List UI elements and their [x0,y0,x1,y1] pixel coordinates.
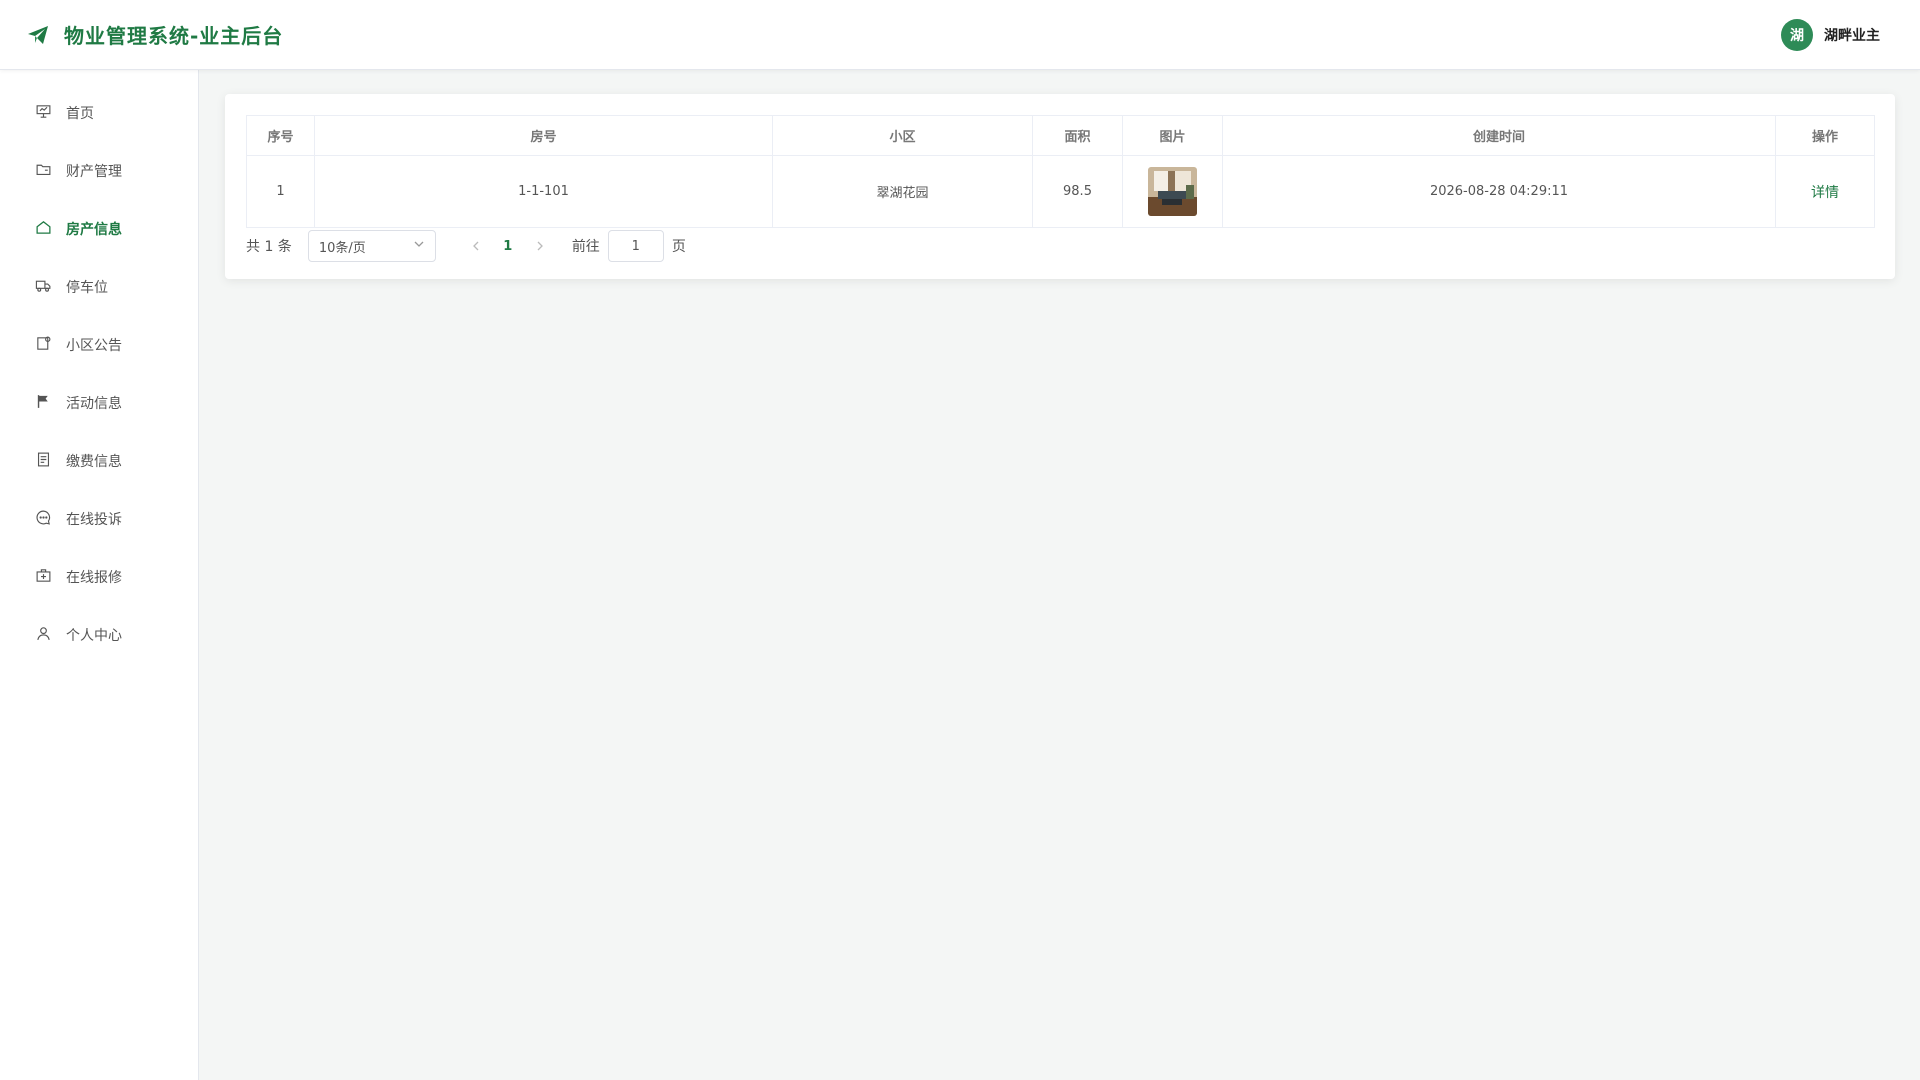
column-header-area[interactable]: 面积 [1032,115,1123,156]
goto-page: 前往 页 [572,230,686,262]
column-header-created[interactable]: 创建时间 [1222,115,1776,156]
page-number-current[interactable]: 1 [492,239,524,254]
sidebar-item-complaint[interactable]: 在线投诉 [0,490,198,548]
chevron-down-icon [413,238,425,254]
column-header-community[interactable]: 小区 [772,115,1033,156]
house-table-card: 序号 房号 小区 面积 图片 创建时间 操作 1 1-1-101 翠湖花园 98… [225,94,1895,279]
user-name[interactable]: 湖畔业主 [1824,25,1880,45]
sidebar-item-activity[interactable]: 活动信息 [0,374,198,432]
page-size-value: 10条/页 [318,240,366,256]
goto-label: 前往 [571,239,600,255]
table-header-row: 序号 房号 小区 面积 图片 创建时间 操作 [246,115,1875,156]
goto-suffix: 页 [671,239,686,255]
sidebar-item-repair[interactable]: 在线报修 [0,548,198,606]
sidebar-item-label: 在线报修 [66,570,122,586]
sidebar-item-house-info[interactable]: 房产信息 [0,200,198,258]
avatar[interactable]: 湖 [1781,18,1813,51]
room-photo-thumbnail[interactable] [1148,167,1197,216]
sidebar-item-label: 停车位 [66,280,108,296]
truck-icon [35,277,52,298]
house-icon [35,219,52,240]
sidebar: 首页 财产管理 房产信息 停车位 小区公告 活动信息 缴费信息 在线投诉 在线报… [0,70,199,1080]
detail-link[interactable]: 详情 [1811,185,1839,201]
folder-icon [35,161,52,182]
cell-index: 1 [246,155,315,228]
table-row: 1 1-1-101 翠湖花园 98.5 2026-08-28 04:29:11 … [246,155,1875,228]
sidebar-item-payment[interactable]: 缴费信息 [0,432,198,490]
chevron-left-icon [472,241,479,251]
goto-page-input[interactable] [607,230,664,262]
paper-plane-icon [26,23,50,47]
pagination: 共 1 条 10条/页 1 前往 页 [246,229,1874,263]
sidebar-item-label: 缴费信息 [66,454,122,470]
chat-icon [35,509,52,530]
sidebar-item-label: 在线投诉 [66,512,122,528]
sidebar-item-label: 小区公告 [66,338,122,354]
sidebar-item-notice[interactable]: 小区公告 [0,316,198,374]
cell-action: 详情 [1775,155,1875,228]
cell-room: 1-1-101 [314,155,773,228]
sidebar-item-home[interactable]: 首页 [0,84,198,142]
next-page-button[interactable] [524,230,556,262]
cell-community: 翠湖花园 [772,155,1033,228]
cell-image [1122,155,1223,228]
sidebar-item-label: 活动信息 [66,396,122,412]
brand: 物业管理系统-业主后台 [26,20,283,49]
user-menu[interactable]: 湖 湖畔业主 [1781,18,1880,51]
column-header-index[interactable]: 序号 [246,115,315,156]
top-header: 物业管理系统-业主后台 湖 湖畔业主 [0,0,1920,70]
presentation-icon [35,103,52,124]
chevron-right-icon [537,241,543,251]
column-header-room[interactable]: 房号 [314,115,773,156]
sidebar-item-property[interactable]: 财产管理 [0,142,198,200]
prev-page-button[interactable] [460,230,492,262]
cell-created: 2026-08-28 04:29:11 [1222,155,1776,228]
column-header-image[interactable]: 图片 [1122,115,1223,156]
sidebar-item-label: 财产管理 [66,164,122,180]
sidebar-item-parking[interactable]: 停车位 [0,258,198,316]
page-size-select[interactable]: 10条/页 [307,230,436,262]
sidebar-item-label: 首页 [66,106,94,122]
user-icon [35,625,52,646]
sidebar-item-label: 房产信息 [66,222,122,238]
app-title: 物业管理系统-业主后台 [64,24,284,48]
sidebar-item-profile[interactable]: 个人中心 [0,606,198,664]
first-aid-kit-icon [35,567,52,588]
notice-icon [35,335,52,356]
flag-icon [35,393,52,414]
document-icon [35,451,52,472]
pagination-total: 共 1 条 [246,239,292,255]
sidebar-item-label: 个人中心 [66,628,122,644]
cell-area: 98.5 [1032,155,1123,228]
house-table: 序号 房号 小区 面积 图片 创建时间 操作 1 1-1-101 翠湖花园 98… [246,115,1875,228]
column-header-action[interactable]: 操作 [1775,115,1875,156]
